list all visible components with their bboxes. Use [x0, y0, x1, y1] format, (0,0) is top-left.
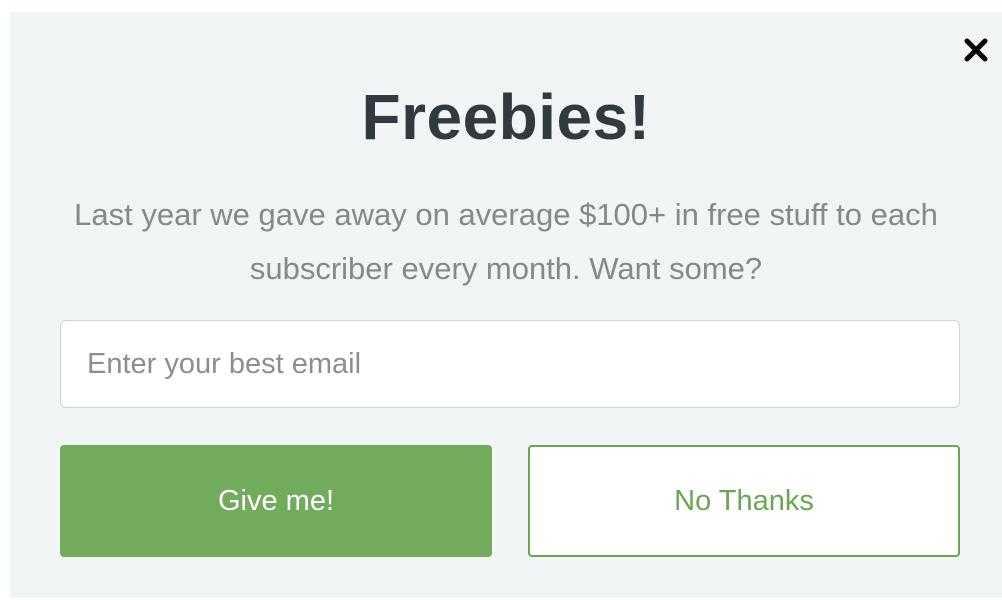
give-me-button[interactable]: Give me!: [60, 445, 492, 557]
close-button[interactable]: [962, 36, 990, 64]
popup-title: Freebies!: [361, 81, 651, 153]
subscribe-popup: Freebies! Last year we gave away on aver…: [10, 12, 1002, 598]
no-thanks-button[interactable]: No Thanks: [528, 445, 960, 557]
popup-description: Last year we gave away on average $100+ …: [74, 197, 938, 286]
email-input[interactable]: [60, 320, 960, 408]
close-icon: [964, 38, 988, 62]
